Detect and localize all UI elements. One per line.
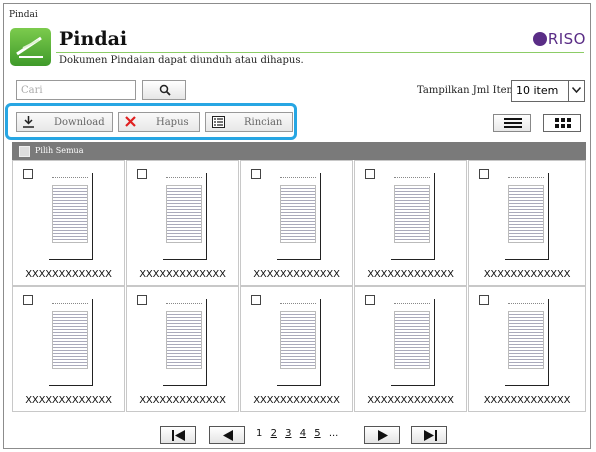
list-view-button[interactable] bbox=[493, 114, 531, 132]
thumbnail-item[interactable]: XXXXXXXXXXXXX bbox=[126, 286, 239, 412]
thumbnail-item[interactable]: XXXXXXXXXXXXX bbox=[126, 160, 239, 286]
thumbnail-item[interactable]: XXXXXXXXXXXXX bbox=[12, 160, 125, 286]
grid-view-icon bbox=[555, 118, 571, 128]
document-thumbnail bbox=[277, 299, 321, 386]
document-thumbnail bbox=[391, 299, 435, 386]
page-link-5[interactable]: 5 bbox=[314, 428, 320, 439]
thumbnail-item[interactable]: XXXXXXXXXXXXX bbox=[354, 286, 467, 412]
document-thumbnail bbox=[163, 299, 207, 386]
item-name: XXXXXXXXXXXXX bbox=[253, 269, 340, 280]
first-page-icon bbox=[172, 430, 185, 441]
select-all-bar: Pilih Semua bbox=[12, 142, 586, 160]
list-view-icon bbox=[504, 118, 522, 128]
page-title: Pindai bbox=[59, 28, 128, 50]
next-page-button[interactable] bbox=[364, 426, 400, 444]
next-page-icon bbox=[378, 430, 388, 441]
riso-logo: RISO bbox=[532, 30, 586, 48]
thumbnail-view-button[interactable] bbox=[543, 114, 581, 132]
document-thumbnail bbox=[163, 173, 207, 260]
item-name: XXXXXXXXXXXXX bbox=[253, 395, 340, 406]
document-thumbnail bbox=[505, 173, 549, 260]
display-count-select[interactable]: 10 item bbox=[511, 80, 585, 102]
item-checkbox[interactable] bbox=[365, 169, 375, 179]
download-label: Download bbox=[54, 117, 105, 128]
select-all-checkbox[interactable] bbox=[19, 146, 30, 157]
details-label: Rincian bbox=[244, 117, 283, 128]
item-name: XXXXXXXXXXXXX bbox=[25, 269, 112, 280]
previous-page-icon bbox=[223, 430, 233, 441]
page-link-4[interactable]: 4 bbox=[300, 428, 306, 439]
item-checkbox[interactable] bbox=[251, 295, 261, 305]
chevron-down-icon bbox=[568, 81, 584, 101]
download-button[interactable]: Download bbox=[16, 112, 113, 132]
item-checkbox[interactable] bbox=[137, 169, 147, 179]
thumbnail-item[interactable]: XXXXXXXXXXXXX bbox=[240, 286, 353, 412]
scan-app-icon bbox=[10, 28, 51, 66]
item-checkbox[interactable] bbox=[137, 295, 147, 305]
item-name: XXXXXXXXXXXXX bbox=[367, 395, 454, 406]
display-count-label: Tampilkan Jml Item: bbox=[417, 85, 520, 96]
page-current: 1 bbox=[256, 428, 263, 439]
thumbnail-item[interactable]: XXXXXXXXXXXXX bbox=[468, 286, 586, 412]
item-checkbox[interactable] bbox=[479, 295, 489, 305]
last-page-icon bbox=[424, 430, 437, 441]
first-page-button[interactable] bbox=[160, 426, 196, 444]
pagination: 1 2 3 4 5 ... bbox=[256, 428, 343, 439]
document-thumbnail bbox=[277, 173, 321, 260]
item-checkbox[interactable] bbox=[23, 295, 33, 305]
item-name: XXXXXXXXXXXXX bbox=[139, 269, 226, 280]
details-button[interactable]: Rincian bbox=[205, 112, 293, 132]
document-thumbnail bbox=[49, 173, 93, 260]
search-input[interactable] bbox=[16, 80, 136, 100]
breadcrumb: Pindai bbox=[9, 10, 38, 20]
delete-button[interactable]: Hapus bbox=[118, 112, 200, 132]
document-thumbnail bbox=[505, 299, 549, 386]
item-checkbox[interactable] bbox=[251, 169, 261, 179]
thumbnail-item[interactable]: XXXXXXXXXXXXX bbox=[354, 160, 467, 286]
details-icon bbox=[212, 116, 225, 128]
title-divider bbox=[56, 52, 584, 53]
display-count-value: 10 item bbox=[516, 84, 559, 97]
logo-text: RISO bbox=[547, 30, 586, 48]
item-name: XXXXXXXXXXXXX bbox=[367, 269, 454, 280]
item-checkbox[interactable] bbox=[479, 169, 489, 179]
search-button[interactable] bbox=[142, 80, 186, 100]
page-link-2[interactable]: 2 bbox=[271, 428, 277, 439]
delete-label: Hapus bbox=[156, 117, 189, 128]
page-link-3[interactable]: 3 bbox=[285, 428, 291, 439]
logo-mark-icon bbox=[532, 32, 547, 46]
delete-icon bbox=[125, 116, 136, 127]
thumbnail-item[interactable]: XXXXXXXXXXXXX bbox=[468, 160, 586, 286]
previous-page-button[interactable] bbox=[209, 426, 245, 444]
thumbnail-item[interactable]: XXXXXXXXXXXXX bbox=[12, 286, 125, 412]
page-ellipsis: ... bbox=[328, 428, 339, 439]
document-thumbnail bbox=[49, 299, 93, 386]
item-name: XXXXXXXXXXXXX bbox=[139, 395, 226, 406]
last-page-button[interactable] bbox=[411, 426, 447, 444]
item-name: XXXXXXXXXXXXX bbox=[25, 395, 112, 406]
item-name: XXXXXXXXXXXXX bbox=[483, 269, 571, 280]
item-name: XXXXXXXXXXXXX bbox=[483, 395, 571, 406]
item-checkbox[interactable] bbox=[23, 169, 33, 179]
page-description: Dokumen Pindaian dapat diunduh atau diha… bbox=[59, 55, 304, 66]
search-icon bbox=[159, 84, 171, 96]
document-thumbnail bbox=[391, 173, 435, 260]
download-icon bbox=[23, 116, 34, 128]
thumbnail-item[interactable]: XXXXXXXXXXXXX bbox=[240, 160, 353, 286]
select-all-label: Pilih Semua bbox=[35, 146, 84, 155]
thumbnail-grid: XXXXXXXXXXXXX XXXXXXXXXXXXX XXXXXXXXXXXX… bbox=[12, 160, 586, 412]
item-checkbox[interactable] bbox=[365, 295, 375, 305]
